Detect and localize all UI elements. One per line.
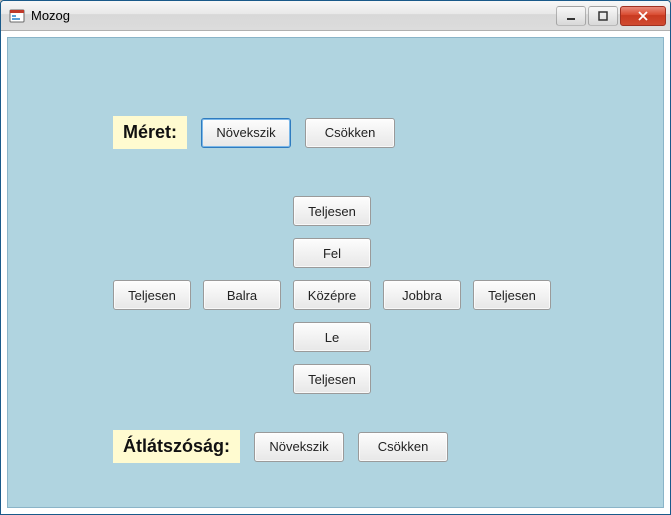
window-title: Mozog bbox=[31, 8, 556, 23]
app-icon bbox=[9, 8, 25, 24]
size-label: Méret: bbox=[113, 116, 187, 149]
move-right-button[interactable]: Jobbra bbox=[383, 280, 461, 310]
size-row: Méret: Növekszik Csökken bbox=[113, 116, 395, 149]
move-up-button[interactable]: Fel bbox=[293, 238, 371, 268]
window-controls bbox=[556, 6, 666, 26]
move-left-button[interactable]: Balra bbox=[203, 280, 281, 310]
move-down-button[interactable]: Le bbox=[293, 322, 371, 352]
size-increase-button[interactable]: Növekszik bbox=[201, 118, 291, 148]
opacity-label: Átlátszóság: bbox=[113, 430, 240, 463]
move-fully-right-button[interactable]: Teljesen bbox=[473, 280, 551, 310]
maximize-button[interactable] bbox=[588, 6, 618, 26]
movement-pad: Teljesen Fel Teljesen Balra Középre Jobb… bbox=[112, 196, 552, 406]
move-fully-down-button[interactable]: Teljesen bbox=[293, 364, 371, 394]
opacity-increase-button[interactable]: Növekszik bbox=[254, 432, 344, 462]
app-window: Mozog Méret: Növekszik Csökken Teljesen … bbox=[0, 0, 671, 515]
move-fully-left-button[interactable]: Teljesen bbox=[113, 280, 191, 310]
move-fully-up-button[interactable]: Teljesen bbox=[293, 196, 371, 226]
move-center-button[interactable]: Középre bbox=[293, 280, 371, 310]
opacity-decrease-button[interactable]: Csökken bbox=[358, 432, 448, 462]
client-area: Méret: Növekszik Csökken Teljesen Fel Te… bbox=[7, 37, 664, 508]
opacity-row: Átlátszóság: Növekszik Csökken bbox=[113, 430, 448, 463]
titlebar[interactable]: Mozog bbox=[1, 1, 670, 31]
size-decrease-button[interactable]: Csökken bbox=[305, 118, 395, 148]
close-button[interactable] bbox=[620, 6, 666, 26]
minimize-button[interactable] bbox=[556, 6, 586, 26]
